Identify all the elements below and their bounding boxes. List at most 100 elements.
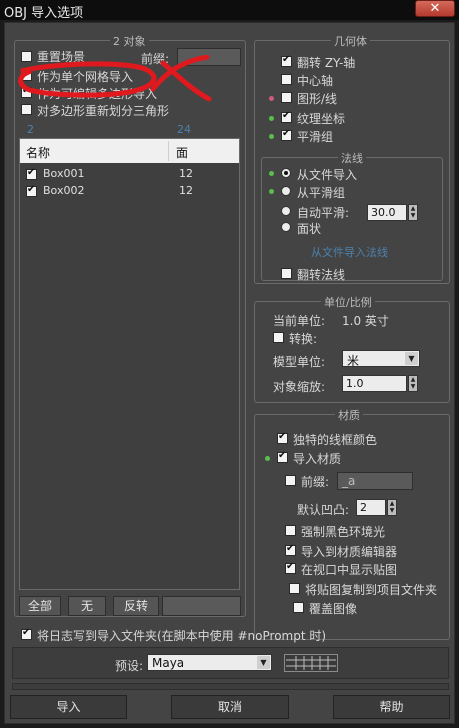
normals-faceted-radio[interactable]	[281, 222, 291, 232]
window-title: OBJ 导入选项	[4, 6, 84, 21]
shapes-checkbox[interactable]	[281, 92, 292, 103]
select-none-button[interactable]: 无	[68, 596, 106, 616]
smoothing-groups-indicator-dot	[269, 134, 274, 139]
material-prefix-checkbox[interactable]	[285, 475, 296, 486]
texture-coords-indicator-dot	[269, 116, 274, 121]
show-maps-in-viewport-checkbox[interactable]	[285, 561, 296, 574]
preset-value: Maya	[152, 656, 185, 670]
from-smoothing-indicator-dot	[269, 189, 274, 194]
units-group-title: 单位/比例	[321, 294, 375, 310]
show-maps-in-viewport-label: 在视口中显示贴图	[301, 563, 398, 577]
faded-count-left: 2	[27, 123, 34, 136]
material-prefix-input[interactable]: _a	[337, 472, 413, 490]
close-button[interactable]: ✕	[415, 0, 455, 17]
invert-selection-button[interactable]: 反转	[113, 596, 159, 616]
smoothing-groups-checkbox[interactable]	[281, 128, 292, 141]
flip-normals-checkbox[interactable]	[281, 268, 292, 279]
normals-faded-note: 从文件导入法线	[311, 246, 388, 259]
copy-maps-to-project-label: 将贴图复制到项目文件夹	[305, 583, 438, 597]
item-faces: 12	[179, 184, 193, 197]
list-item[interactable]: Box001 12	[20, 166, 239, 183]
object-scale-input[interactable]: 1.0	[342, 375, 407, 392]
force-black-ambient-label: 强制黑色环境光	[301, 525, 386, 539]
import-materials-indicator-dot	[265, 456, 270, 461]
item-name: Box001	[43, 167, 85, 180]
shapes-label: 图形/线	[297, 92, 338, 106]
model-units-dropdown[interactable]: 米 ▼	[342, 350, 420, 368]
model-units-value: 米	[347, 354, 360, 368]
objects-group-title: 2 对象	[110, 33, 149, 49]
write-log-checkbox[interactable]	[21, 627, 32, 640]
geometry-group-title: 几何体	[331, 33, 370, 49]
current-units-value: 1.0 英寸	[342, 314, 389, 328]
list-item[interactable]: Box002 12	[20, 183, 239, 200]
selection-filter-field[interactable]	[162, 596, 241, 616]
default-bump-input[interactable]: 2	[356, 499, 386, 516]
dialog-body: 2 对象 重置场景 前缀: 作为单个网格导入 作为可编辑多边形导入 对多边形重新…	[4, 22, 455, 724]
texture-coords-checkbox[interactable]	[281, 110, 292, 123]
import-to-editor-checkbox[interactable]	[285, 543, 296, 556]
preset-dropdown[interactable]: Maya ▼	[147, 654, 272, 671]
title-bar[interactable]: OBJ 导入选项 ✕	[0, 0, 459, 21]
shapes-indicator-dot	[269, 96, 274, 101]
object-list-header: 名称 面	[20, 139, 239, 163]
normals-faceted-label: 面状	[297, 222, 322, 236]
preset-label: 预设:	[115, 659, 144, 673]
red-scribble-annotation	[18, 55, 212, 102]
item-name: Box002	[43, 184, 85, 197]
normals-from-file-label: 从文件导入	[297, 168, 358, 182]
materials-group-title: 材质	[335, 407, 363, 423]
column-name[interactable]: 名称	[26, 144, 50, 161]
smoothing-groups-label: 平滑组	[297, 130, 334, 144]
import-materials-label: 导入材质	[293, 452, 342, 466]
chevron-down-icon[interactable]: ▼	[405, 352, 418, 365]
flip-zy-label: 翻转 ZY-轴	[297, 56, 356, 70]
faded-count-right: 24	[177, 123, 191, 136]
default-bump-spinner[interactable]: ▲ ▼	[387, 499, 397, 516]
unique-wire-color-label: 独特的线框颜色	[293, 433, 378, 447]
write-log-label: 将日志写到导入文件夹(在脚本中使用 #noPrompt 时)	[37, 629, 327, 643]
overwrite-images-checkbox[interactable]	[293, 602, 304, 613]
texture-coords-label: 纹理坐标	[297, 112, 346, 126]
auto-smooth-angle-input[interactable]: 30.0	[367, 204, 407, 221]
unique-wire-color-checkbox[interactable]	[277, 431, 288, 444]
normals-group-title: 法线	[338, 150, 366, 166]
object-scale-label: 对象缩放:	[273, 380, 326, 394]
object-list[interactable]: 名称 面 Box001 12 Box002 12	[19, 138, 240, 590]
center-pivot-label: 中心轴	[297, 74, 334, 88]
column-faces[interactable]: 面	[176, 144, 188, 161]
normals-from-file-radio[interactable]	[281, 168, 291, 178]
current-units-label: 当前单位:	[273, 314, 326, 328]
from-file-indicator-dot	[269, 171, 274, 176]
item-checkbox[interactable]	[26, 167, 37, 180]
help-button[interactable]: 帮助	[333, 695, 450, 719]
model-units-label: 模型单位:	[273, 355, 326, 369]
normals-auto-smooth-label: 自动平滑:	[297, 206, 350, 220]
normals-from-smoothing-radio[interactable]	[281, 186, 291, 196]
normals-auto-smooth-radio[interactable]	[281, 206, 291, 216]
import-materials-checkbox[interactable]	[277, 450, 288, 463]
item-checkbox[interactable]	[26, 184, 37, 197]
cancel-button[interactable]: 取消	[171, 695, 289, 719]
normals-from-smoothing-label: 从平滑组	[297, 186, 346, 200]
select-all-button[interactable]: 全部	[19, 596, 61, 616]
force-black-ambient-checkbox[interactable]	[285, 525, 296, 536]
item-faces: 12	[179, 167, 193, 180]
flip-zy-checkbox[interactable]	[281, 54, 292, 67]
overwrite-images-label: 覆盖图像	[309, 602, 358, 616]
preset-grid-icon[interactable]	[284, 654, 338, 672]
material-prefix-value: _a	[342, 474, 356, 488]
center-pivot-checkbox[interactable]	[281, 74, 292, 85]
material-prefix-label: 前缀:	[301, 475, 330, 489]
default-bump-label: 默认凹凸:	[297, 503, 350, 517]
chevron-down-icon[interactable]: ▼	[257, 656, 270, 669]
auto-smooth-spinner[interactable]: ▲ ▼	[408, 204, 418, 221]
import-to-editor-label: 导入到材质编辑器	[301, 545, 398, 559]
copy-maps-to-project-checkbox[interactable]	[289, 583, 300, 594]
convert-units-label: 转换:	[289, 332, 318, 346]
convert-units-checkbox[interactable]	[273, 332, 284, 343]
object-scale-spinner[interactable]: ▲ ▼	[408, 375, 418, 392]
flip-normals-label: 翻转法线	[297, 268, 346, 282]
import-button[interactable]: 导入	[10, 695, 127, 719]
progress-bar	[12, 683, 449, 690]
